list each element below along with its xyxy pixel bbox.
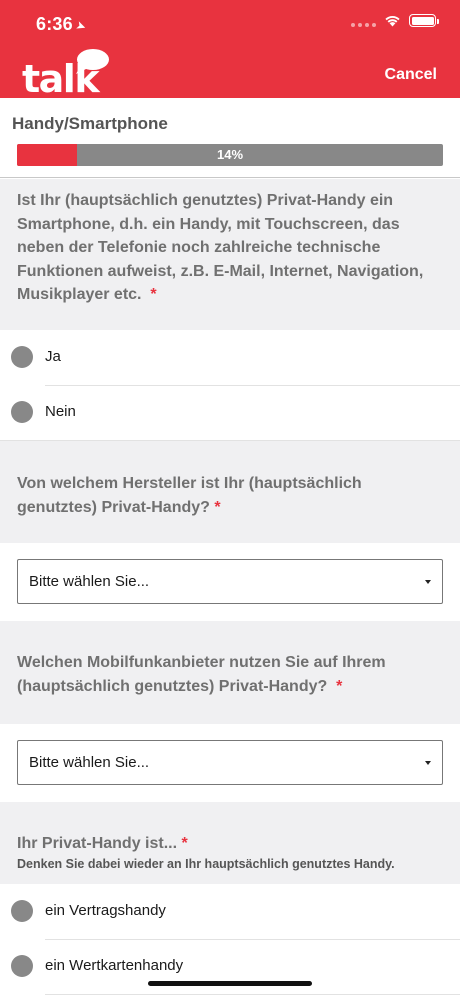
- radio-button[interactable]: [11, 401, 33, 423]
- radio-option-vertragshandy[interactable]: ein Vertragshandy: [0, 884, 460, 939]
- question-3-block: Welchen Mobilfunkanbieter nutzen Sie auf…: [0, 621, 460, 724]
- question-2-text: Von welchem Hersteller ist Ihr (hauptsäc…: [17, 472, 446, 519]
- question-4-subtext: Denken Sie dabei wieder an Ihr hauptsäch…: [17, 857, 395, 871]
- radio-button[interactable]: [11, 955, 33, 977]
- progress-label: 14%: [216, 147, 244, 162]
- talk-logo: talk: [22, 48, 110, 98]
- divider: [45, 994, 460, 995]
- question-3-answers: Bitte wählen Sie...: [0, 724, 460, 802]
- provider-select[interactable]: Bitte wählen Sie...: [17, 740, 443, 785]
- radio-option-nein[interactable]: Nein: [0, 385, 460, 440]
- survey-title: Handy/Smartphone: [12, 114, 168, 133]
- question-1-text: Ist Ihr (hauptsächlich genutztes) Privat…: [17, 189, 446, 307]
- radio-label: Nein: [45, 403, 76, 420]
- radio-label: ein Vertragshandy: [45, 902, 166, 919]
- question-1-block: Ist Ihr (hauptsächlich genutztes) Privat…: [0, 179, 460, 330]
- select-value: Bitte wählen Sie...: [29, 573, 150, 590]
- question-text: Von welchem Hersteller ist Ihr (hauptsäc…: [17, 475, 362, 516]
- progress-bar: 14%: [17, 144, 443, 166]
- status-icons: [351, 14, 439, 27]
- question-3-text: Welchen Mobilfunkanbieter nutzen Sie auf…: [17, 651, 446, 698]
- question-2-block: Von welchem Hersteller ist Ihr (hauptsäc…: [0, 440, 460, 543]
- question-1-answers: Ja Nein: [0, 330, 460, 440]
- select-value: Bitte wählen Sie...: [29, 754, 150, 771]
- question-4-answers: ein Vertragshandy ein Wertkartenhandy: [0, 884, 460, 996]
- location-arrow-icon: ➤: [73, 17, 89, 35]
- required-mark: *: [214, 498, 221, 516]
- radio-button[interactable]: [11, 346, 33, 368]
- battery-icon: [409, 14, 439, 27]
- required-mark: *: [181, 835, 188, 852]
- question-4-block: Ihr Privat-Handy ist... * Denken Sie dab…: [0, 802, 460, 884]
- logo-text: talk: [22, 57, 100, 101]
- radio-option-ja[interactable]: Ja: [0, 330, 460, 385]
- wifi-icon: [385, 16, 400, 27]
- radio-label: ein Wertkartenhandy: [45, 957, 184, 974]
- dropdown-caret-icon: [425, 580, 431, 584]
- cancel-button[interactable]: Cancel: [385, 66, 437, 84]
- radio-button[interactable]: [11, 900, 33, 922]
- question-4-text: Ihr Privat-Handy ist... *: [17, 832, 446, 856]
- question-text: Ist Ihr (hauptsächlich genutztes) Privat…: [17, 192, 424, 303]
- required-mark: *: [150, 286, 157, 303]
- survey-title-bar: Handy/Smartphone 14%: [0, 98, 460, 178]
- status-time-text: 6:36: [36, 14, 73, 34]
- home-indicator: [148, 981, 312, 986]
- cellular-signal-icon: [351, 15, 376, 27]
- question-2-answers: Bitte wählen Sie...: [0, 543, 460, 621]
- required-mark: *: [336, 677, 343, 695]
- question-text: Welchen Mobilfunkanbieter nutzen Sie auf…: [17, 654, 386, 695]
- manufacturer-select[interactable]: Bitte wählen Sie...: [17, 559, 443, 604]
- question-text: Ihr Privat-Handy ist...: [17, 835, 178, 852]
- radio-label: Ja: [45, 348, 61, 365]
- status-time: 6:36➤: [36, 14, 89, 35]
- dropdown-caret-icon: [425, 761, 431, 765]
- app-header: 6:36➤ talk Cancel: [0, 0, 460, 98]
